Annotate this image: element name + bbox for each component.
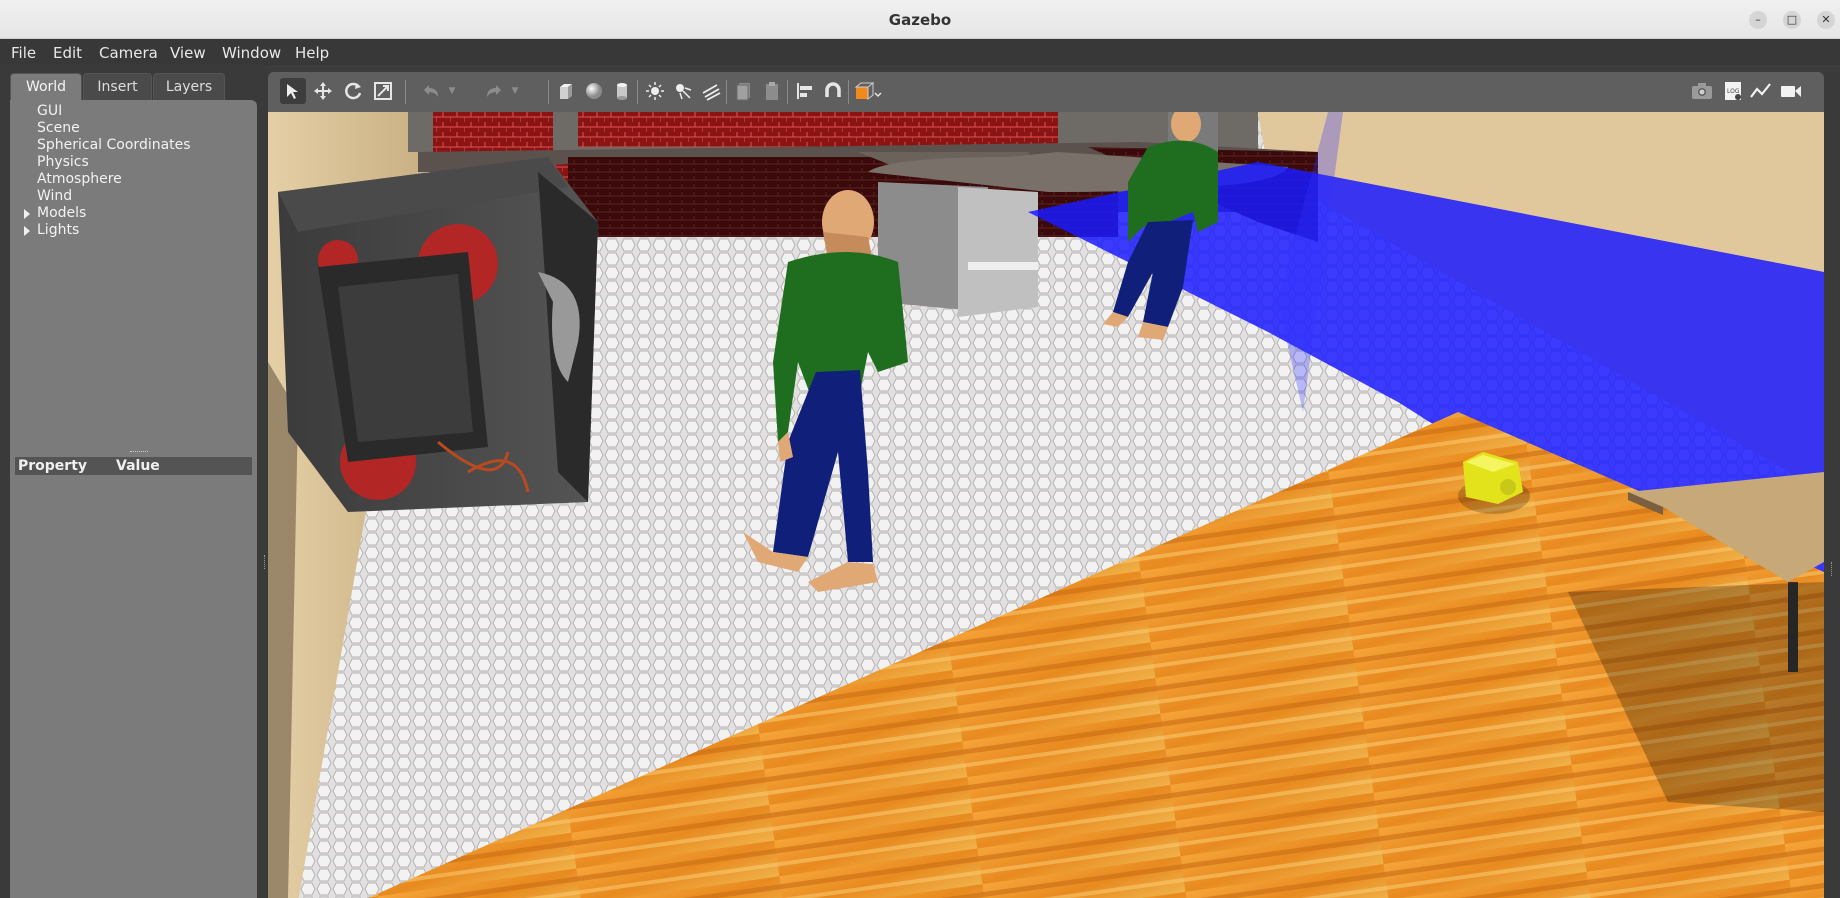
menu-file[interactable]: File — [11, 44, 36, 62]
snap-icon[interactable] — [820, 78, 846, 104]
left-panel: World Insert Layers GUI Scene Spherical … — [0, 65, 262, 898]
redo-history-chevron-icon[interactable]: ▼ — [509, 78, 521, 104]
redo-icon[interactable] — [481, 78, 507, 104]
align-icon[interactable] — [792, 78, 818, 104]
paste-icon[interactable] — [759, 78, 785, 104]
translate-icon[interactable] — [310, 78, 336, 104]
menu-camera[interactable]: Camera — [99, 44, 158, 62]
select-mode-icon[interactable] — [280, 78, 306, 104]
video-icon[interactable] — [1778, 78, 1804, 104]
spot-light-icon[interactable] — [670, 78, 696, 104]
log-label: LOG — [1727, 88, 1740, 95]
window-title: Gazebo — [888, 11, 952, 29]
tab-world[interactable]: World — [10, 73, 82, 101]
cylinder-icon[interactable] — [609, 78, 635, 104]
menu-window[interactable]: Window — [222, 44, 281, 62]
copy-icon[interactable] — [731, 78, 757, 104]
window-titlebar: Gazebo – □ ✕ — [0, 0, 1840, 39]
directional-light-icon[interactable] — [698, 78, 724, 104]
property-table-header: Property Value — [15, 457, 252, 475]
undo-history-chevron-icon[interactable]: ▼ — [446, 78, 458, 104]
scene-render[interactable] — [268, 112, 1824, 898]
expand-arrow-icon[interactable] — [24, 226, 30, 236]
menu-edit[interactable]: Edit — [53, 44, 82, 62]
expand-arrow-icon[interactable] — [24, 209, 30, 219]
tree-item-lights[interactable]: Lights — [37, 222, 79, 238]
menu-view[interactable]: View — [170, 44, 206, 62]
rotate-icon[interactable] — [340, 78, 366, 104]
world-tree: GUI Scene Spherical Coordinates Physics … — [10, 100, 257, 898]
close-icon[interactable]: ✕ — [1817, 11, 1835, 29]
property-column-header: Property — [18, 458, 88, 474]
main-toolbar: ▼ ▼ LOG — [268, 72, 1824, 112]
tree-item-spherical-coordinates[interactable]: Spherical Coordinates — [37, 137, 191, 153]
minimize-icon[interactable]: – — [1749, 11, 1767, 29]
tree-item-physics[interactable]: Physics — [37, 154, 89, 170]
tree-item-atmosphere[interactable]: Atmosphere — [37, 171, 122, 187]
menu-bar: File Edit Camera View Window Help — [0, 39, 1840, 65]
3d-viewport[interactable] — [268, 112, 1824, 898]
panel-resize-handle[interactable] — [130, 451, 148, 454]
right-splitter[interactable] — [1824, 72, 1840, 898]
undo-icon[interactable] — [418, 78, 444, 104]
menu-help[interactable]: Help — [295, 44, 329, 62]
log-icon[interactable]: LOG — [1720, 78, 1746, 104]
view-angle-icon[interactable] — [853, 78, 885, 104]
maximize-icon[interactable]: □ — [1783, 11, 1801, 29]
tab-insert[interactable]: Insert — [83, 73, 152, 101]
tree-item-gui[interactable]: GUI — [37, 103, 62, 119]
tree-item-wind[interactable]: Wind — [37, 188, 72, 204]
tree-item-scene[interactable]: Scene — [37, 120, 80, 136]
tab-layers[interactable]: Layers — [153, 73, 225, 101]
scale-icon[interactable] — [370, 78, 396, 104]
screenshot-icon[interactable] — [1689, 78, 1715, 104]
value-column-header: Value — [116, 458, 160, 474]
plot-icon[interactable] — [1748, 78, 1774, 104]
point-light-icon[interactable] — [642, 78, 668, 104]
box-icon[interactable] — [553, 78, 579, 104]
sphere-icon[interactable] — [581, 78, 607, 104]
tree-item-models[interactable]: Models — [37, 205, 86, 221]
